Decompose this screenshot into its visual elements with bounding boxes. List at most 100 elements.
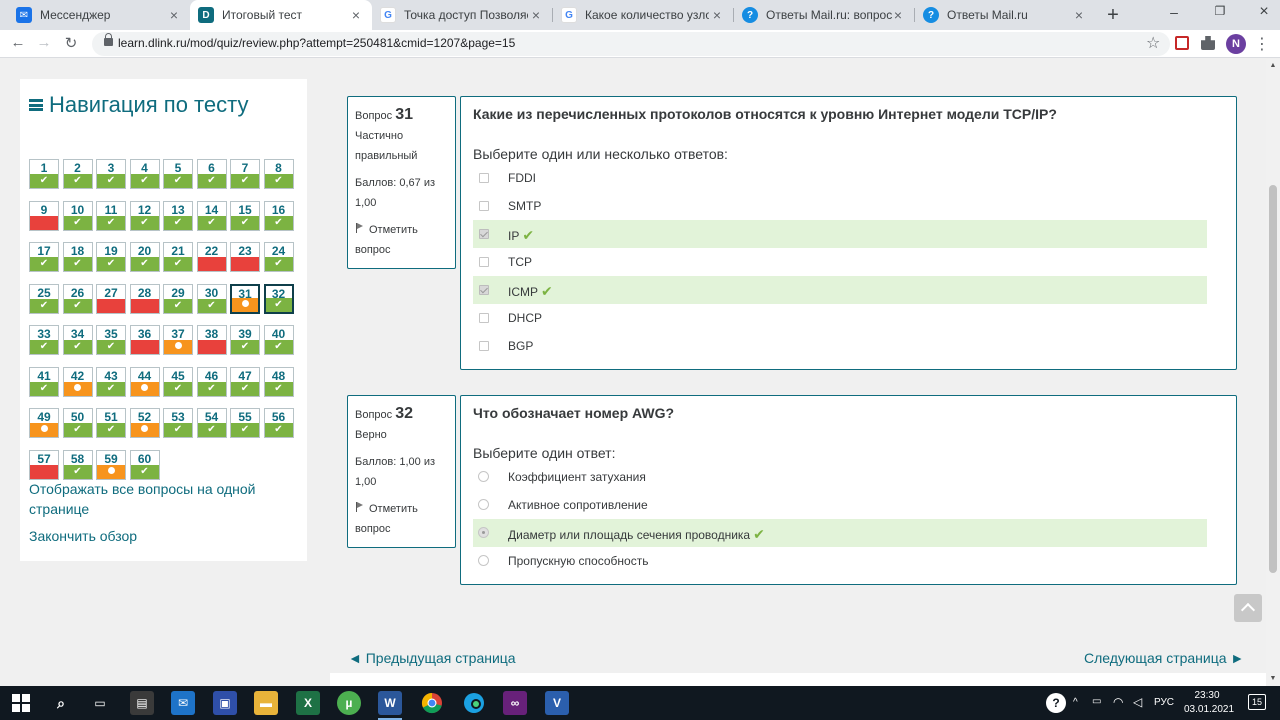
forward-arrow-icon[interactable]: → (34, 34, 54, 51)
question-nav-button[interactable]: 12 ✔ (129, 200, 160, 231)
close-window-icon[interactable]: × (1254, 3, 1274, 21)
question-nav-button[interactable]: 19 ✔ (96, 242, 126, 272)
question-nav-button[interactable]: 9 (29, 200, 59, 231)
question-nav-button[interactable]: 58 ✔ (62, 449, 93, 480)
close-tab-icon[interactable]: × (890, 7, 906, 23)
file-explorer-icon[interactable]: ▬ (254, 691, 278, 715)
minimize-window-icon[interactable]: – (1164, 4, 1184, 20)
question-nav-button[interactable]: 22 (196, 242, 227, 272)
task-view-icon[interactable]: ▭ (88, 691, 112, 715)
question-nav-button[interactable]: 3 ✔ (96, 159, 126, 189)
question-nav-button[interactable]: 18 ✔ (62, 242, 93, 272)
question-nav-button[interactable]: 40 ✔ (263, 325, 294, 355)
tray-chevron-icon[interactable]: ^ (1073, 697, 1078, 708)
question-nav-button[interactable]: 7 ✔ (230, 159, 260, 189)
question-nav-button[interactable]: 31 (230, 283, 260, 314)
browser-menu-icon[interactable]: ⋮ (1254, 34, 1270, 54)
question-nav-button[interactable]: 8 ✔ (263, 159, 294, 189)
network-icon[interactable]: ◠ (1113, 695, 1123, 709)
question-nav-button[interactable]: 41 ✔ (29, 366, 59, 397)
question-nav-button[interactable]: 46 ✔ (196, 366, 227, 397)
question-nav-button[interactable]: 20 ✔ (129, 242, 160, 272)
browser-tab-messenger[interactable]: ✉ Мессенджер × (8, 0, 190, 30)
back-arrow-icon[interactable]: ← (8, 34, 28, 51)
show-all-questions-link[interactable]: Отображать все вопросы на одной странице (29, 479, 307, 519)
mail-icon[interactable]: ✉ (171, 691, 195, 715)
scroll-up-arrow-icon[interactable]: ▲ (1268, 62, 1278, 69)
question-nav-button[interactable]: 28 (129, 283, 160, 314)
scroll-down-arrow-icon[interactable]: ▼ (1268, 675, 1278, 682)
volume-icon[interactable]: ◁ (1133, 695, 1142, 709)
question-nav-button[interactable]: 5 ✔ (163, 159, 193, 189)
browser-tab-mailru-question[interactable]: ? Ответы Mail.ru: вопрос × (734, 0, 914, 30)
question-nav-button[interactable]: 26 ✔ (62, 283, 93, 314)
question-nav-button[interactable]: 54 ✔ (196, 408, 227, 438)
excel-icon[interactable]: X (296, 691, 320, 715)
extensions-puzzle-icon[interactable] (1201, 36, 1215, 50)
question-nav-button[interactable]: 29 ✔ (163, 283, 193, 314)
question-nav-button[interactable]: 16 ✔ (263, 200, 294, 231)
flag-question-toggle[interactable]: Отметить вопрос (355, 220, 448, 260)
question-nav-button[interactable]: 43 ✔ (96, 366, 126, 397)
utorrent-icon[interactable]: µ (337, 691, 361, 715)
question-nav-button[interactable]: 57 (29, 449, 59, 480)
question-nav-button[interactable]: 53 ✔ (163, 408, 193, 438)
browser-tab-mailru[interactable]: ? Ответы Mail.ru × (915, 0, 1095, 30)
browser-tab-google-2[interactable]: G Какое количество узлов до × (553, 0, 733, 30)
edge-icon[interactable] (462, 691, 486, 715)
next-page-link[interactable]: Следующая страница ► (1084, 650, 1244, 666)
url-text[interactable]: learn.dlink.ru/mod/quiz/review.php?attem… (118, 36, 515, 50)
chrome-icon[interactable] (420, 691, 444, 715)
new-tab-icon[interactable]: + (1102, 4, 1124, 27)
question-nav-button[interactable]: 47 ✔ (230, 366, 260, 397)
question-nav-button[interactable]: 39 ✔ (230, 325, 260, 355)
close-tab-icon[interactable]: × (348, 7, 364, 23)
previous-page-link[interactable]: ◄ Предыдущая страница (348, 650, 516, 666)
question-nav-button[interactable]: 56 ✔ (263, 408, 294, 438)
question-nav-button[interactable]: 59 (96, 449, 126, 480)
question-nav-button[interactable]: 32 ✔ (263, 283, 294, 314)
question-nav-button[interactable]: 49 (29, 408, 59, 438)
question-nav-button[interactable]: 33 ✔ (29, 325, 59, 355)
visual-studio-icon[interactable]: ∞ (503, 691, 527, 715)
close-tab-icon[interactable]: × (528, 7, 544, 23)
question-nav-button[interactable]: 37 (163, 325, 193, 355)
scrollbar-thumb[interactable] (1269, 185, 1277, 573)
question-nav-button[interactable]: 55 ✔ (230, 408, 260, 438)
question-nav-button[interactable]: 25 ✔ (29, 283, 59, 314)
question-nav-button[interactable]: 13 ✔ (163, 200, 193, 231)
question-nav-button[interactable]: 44 (129, 366, 160, 397)
back-to-top-button[interactable] (1234, 594, 1262, 622)
visio-icon[interactable]: V (545, 691, 569, 715)
browser-tab-final-test[interactable]: D Итоговый тест × (190, 0, 372, 30)
question-nav-button[interactable]: 24 ✔ (263, 242, 294, 272)
close-tab-icon[interactable]: × (709, 7, 725, 23)
question-nav-button[interactable]: 11 ✔ (96, 200, 126, 231)
question-nav-button[interactable]: 51 ✔ (96, 408, 126, 438)
question-nav-button[interactable]: 34 ✔ (62, 325, 93, 355)
close-tab-icon[interactable]: × (1071, 7, 1087, 23)
question-nav-button[interactable]: 52 (129, 408, 160, 438)
browser-tab-google-1[interactable]: G Точка доступ Позволяет об × (372, 0, 552, 30)
language-indicator[interactable]: РУС (1154, 697, 1174, 708)
profile-avatar[interactable]: N (1226, 34, 1246, 54)
extension-shield-icon[interactable] (1175, 36, 1189, 50)
question-nav-button[interactable]: 36 (129, 325, 160, 355)
search-icon[interactable]: ⌕ (49, 691, 73, 715)
address-bar[interactable]: learn.dlink.ru/mod/quiz/review.php?attem… (92, 32, 1170, 56)
bookmark-star-icon[interactable]: ☆ (1146, 33, 1160, 53)
question-nav-button[interactable]: 38 (196, 325, 227, 355)
question-nav-button[interactable]: 23 (230, 242, 260, 272)
question-nav-button[interactable]: 10 ✔ (62, 200, 93, 231)
question-nav-button[interactable]: 6 ✔ (196, 159, 227, 189)
word-icon[interactable]: W (378, 691, 402, 720)
question-nav-button[interactable]: 48 ✔ (263, 366, 294, 397)
battery-icon[interactable]: ▭ (1092, 696, 1101, 707)
question-nav-button[interactable]: 42 (62, 366, 93, 397)
close-tab-icon[interactable]: × (166, 7, 182, 23)
question-nav-button[interactable]: 27 (96, 283, 126, 314)
question-nav-button[interactable]: 17 ✔ (29, 242, 59, 272)
question-nav-button[interactable]: 2 ✔ (62, 159, 93, 189)
question-nav-button[interactable]: 4 ✔ (129, 159, 160, 189)
question-nav-button[interactable]: 15 ✔ (230, 200, 260, 231)
